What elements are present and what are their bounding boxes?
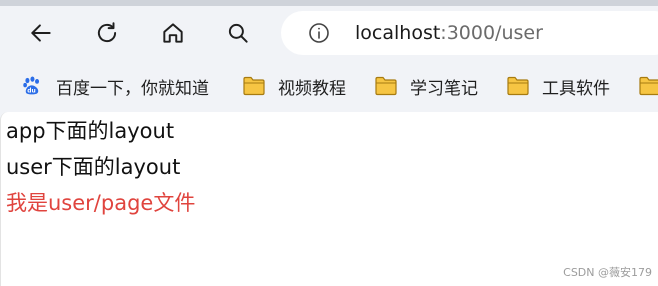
search-icon <box>228 23 248 43</box>
page-content: app下面的layout user下面的layout 我是user/page文件… <box>0 112 658 286</box>
address-bar[interactable]: localhost:3000/user <box>281 11 658 55</box>
folder-icon <box>638 74 658 98</box>
svg-text:du: du <box>27 88 35 95</box>
folder-icon <box>374 74 398 98</box>
info-icon[interactable] <box>307 21 331 45</box>
search-button[interactable] <box>219 14 257 52</box>
bookmark-baidu[interactable]: du 百度一下，你就知道 <box>20 72 209 100</box>
bookmark-label: 视频教程 <box>278 78 346 99</box>
user-page-text: 我是user/page文件 <box>6 191 196 215</box>
url-host: localhost <box>355 22 441 44</box>
folder-icon <box>242 74 266 98</box>
bookmark-folder-overflow[interactable] <box>638 72 658 100</box>
reload-button[interactable] <box>88 14 126 52</box>
reload-icon <box>97 22 117 43</box>
browser-window: localhost:3000/user du 百度一下，你就知道 视频教程 学习… <box>0 0 658 286</box>
home-icon <box>163 23 183 43</box>
folder-icon <box>506 74 530 98</box>
url-text[interactable]: localhost:3000/user <box>355 21 543 45</box>
back-button[interactable] <box>22 14 60 52</box>
bookmark-folder-video[interactable]: 视频教程 <box>242 72 346 100</box>
user-layout-text: user下面的layout <box>6 155 181 179</box>
baidu-paw-icon: du <box>20 74 44 98</box>
bookmark-label: 百度一下，你就知道 <box>56 78 209 99</box>
watermark: CSDN @薇安179 <box>563 266 652 279</box>
home-button[interactable] <box>154 14 192 52</box>
bookmark-folder-notes[interactable]: 学习笔记 <box>374 72 478 100</box>
bookmark-folder-tools[interactable]: 工具软件 <box>506 72 610 100</box>
bookmarks-bar: du 百度一下，你就知道 视频教程 学习笔记 工具软件 <box>0 66 658 106</box>
browser-toolbar: localhost:3000/user <box>0 6 658 60</box>
url-path: :3000/user <box>440 22 543 44</box>
app-layout-text: app下面的layout <box>6 119 175 143</box>
bookmark-label: 学习笔记 <box>410 78 478 99</box>
arrow-left-icon <box>31 24 51 42</box>
bookmark-label: 工具软件 <box>542 78 610 99</box>
